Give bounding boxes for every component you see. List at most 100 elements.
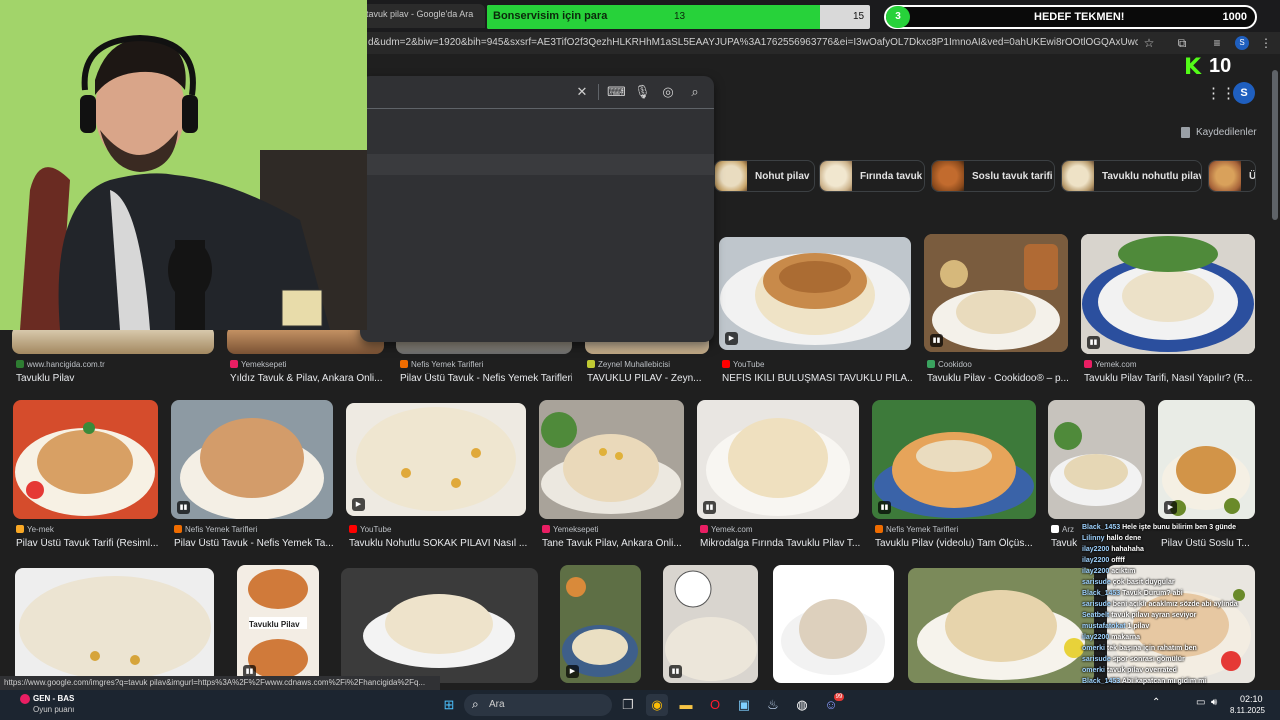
goal-total: 15 bbox=[853, 11, 865, 22]
result-image[interactable] bbox=[908, 568, 1094, 683]
recipe-icon: ▮▮ bbox=[878, 501, 891, 514]
saved-link[interactable]: Kaydedilenler bbox=[1196, 127, 1257, 138]
browser-tab[interactable]: tavuk pilav - Google'da Ara bbox=[360, 4, 485, 28]
result-image[interactable] bbox=[12, 326, 214, 354]
result-title[interactable]: Mikrodalga Fırında Tavuklu Pilav T... bbox=[700, 538, 860, 549]
chat-message: sarisude beni açıklı acaklmız sözde abi … bbox=[1082, 601, 1238, 608]
result-title[interactable]: Tavuklu Pilav (videolu) Tam Ölçüs... bbox=[875, 538, 1035, 549]
status-bar-url: https://www.google.com/imgres?q=tavuk pi… bbox=[0, 676, 440, 690]
result-source: Yemeksepeti bbox=[230, 360, 380, 369]
steam-icon[interactable]: ♨ bbox=[762, 694, 784, 716]
bookmark-star-icon[interactable]: ☆ bbox=[1141, 35, 1157, 51]
result-source: Nefis Yemek Tarifleri bbox=[400, 360, 570, 369]
row3-image-caption: Tavuklu Pilav bbox=[249, 620, 300, 629]
result-image[interactable]: ▮▮ bbox=[924, 234, 1068, 352]
result-image[interactable] bbox=[1048, 400, 1145, 519]
result-image[interactable]: ▶ bbox=[346, 403, 526, 516]
chip-thumbnail bbox=[820, 161, 852, 191]
search-icon: ⌕ bbox=[472, 697, 479, 711]
result-image[interactable]: Tavuklu Pilav ▮▮ bbox=[237, 565, 319, 683]
chip-label: Nohut pilav bbox=[755, 170, 810, 182]
account-avatar[interactable]: S bbox=[1233, 82, 1255, 104]
result-image[interactable] bbox=[539, 400, 684, 519]
result-source: Yemek.com bbox=[700, 525, 860, 534]
widget-title[interactable]: GEN - BAS bbox=[33, 694, 74, 703]
result-source: Nefis Yemek Tarifleri bbox=[875, 525, 1035, 534]
result-image[interactable]: ▮▮ bbox=[697, 400, 859, 519]
url-text[interactable]: d&udm=2&biw=1920&bih=945&sxsrf=AE3TifO2f… bbox=[368, 37, 1138, 48]
chat-message: omerki tek başına için rahatım ben bbox=[1082, 645, 1197, 652]
saved-icon[interactable] bbox=[1181, 127, 1190, 138]
chip-more[interactable]: Ü bbox=[1208, 160, 1256, 192]
result-title[interactable]: Tane Tavuk Pilav, Ankara Onli... bbox=[542, 538, 687, 549]
result-title[interactable]: Tavuklu Pilav bbox=[16, 373, 216, 384]
apps-grid-icon[interactable]: ⋮⋮ bbox=[1206, 84, 1236, 102]
result-title[interactable]: Pilav Üstü Tavuk - Nefis Yemek Tarifleri bbox=[400, 373, 572, 384]
result-image[interactable] bbox=[341, 568, 538, 683]
volume-icon[interactable]: 🔊︎ bbox=[1211, 697, 1217, 708]
clock-time[interactable]: 02:10 bbox=[1240, 694, 1263, 704]
result-image[interactable] bbox=[773, 565, 894, 683]
clock-date[interactable]: 8.11.2025 bbox=[1230, 706, 1265, 715]
result-image[interactable]: ▮▮ bbox=[1081, 234, 1255, 354]
chip-thumbnail bbox=[1209, 161, 1241, 191]
clear-search-icon[interactable]: ✕ bbox=[574, 84, 590, 100]
chip-nohut-pilav[interactable]: Nohut pilav bbox=[714, 160, 815, 192]
result-title[interactable]: Pilav Üstü Tavuk - Nefis Yemek Ta... bbox=[174, 538, 334, 549]
lens-camera-icon[interactable]: ◎ bbox=[660, 84, 676, 100]
microphone-icon[interactable]: 🎙 bbox=[634, 84, 651, 100]
task-view-icon[interactable]: ❐ bbox=[617, 694, 639, 716]
goal-label: Bonservisim için para bbox=[493, 10, 608, 22]
result-image[interactable] bbox=[13, 400, 158, 519]
result-source: Nefis Yemek Tarifleri bbox=[174, 525, 334, 534]
result-image[interactable]: ▮▮ bbox=[171, 400, 333, 519]
result-image[interactable]: ▶ bbox=[1158, 400, 1255, 519]
result-title[interactable]: TAVUKLU PİLAV - Zeyn... bbox=[587, 373, 712, 384]
media-icon[interactable]: ≡ bbox=[1209, 35, 1225, 51]
chip-tavuklu-nohutlu-pilav[interactable]: Tavuklu nohutlu pilav bbox=[1061, 160, 1202, 192]
chip-thumbnail bbox=[932, 161, 964, 191]
file-explorer-icon[interactable]: ▬ bbox=[675, 694, 697, 716]
result-title[interactable]: NEFİS İKİLİ BULUŞMASI TAVUKLU PİLA... bbox=[722, 373, 912, 384]
result-title[interactable]: Tavuklu Pilav Tarifi, Nasıl Yapılır? (R.… bbox=[1084, 373, 1254, 384]
taskbar-search[interactable]: ⌕ Ara bbox=[464, 694, 612, 716]
keyboard-icon[interactable]: ⌨ bbox=[607, 84, 626, 100]
result-image[interactable]: ▮▮ bbox=[663, 565, 758, 683]
chat-message: omerki tavuk pilav overrated bbox=[1082, 667, 1177, 674]
extensions-icon[interactable]: ⧉ bbox=[1174, 35, 1190, 51]
result-source: www.hancigida.com.tr bbox=[16, 360, 216, 369]
result-image[interactable]: ▶ bbox=[560, 565, 641, 683]
search-icon[interactable]: ⌕ bbox=[687, 84, 703, 100]
profile-avatar[interactable]: S bbox=[1235, 36, 1249, 50]
taskbar-search-placeholder: Ara bbox=[489, 699, 505, 710]
chrome-icon[interactable]: ◉ bbox=[646, 694, 668, 716]
target-count-badge: 3 bbox=[886, 6, 910, 28]
chip-soslu-tavuk-tarifi[interactable]: Soslu tavuk tarifi bbox=[931, 160, 1055, 192]
result-title[interactable]: Yıldız Tavuk & Pilav, Ankara Onli... bbox=[230, 373, 382, 384]
page-scrollbar[interactable] bbox=[1272, 70, 1278, 220]
stream-chat: Black_1453 Hele işte bunu bilirim ben 3 … bbox=[1082, 524, 1252, 685]
video-play-icon: ▶ bbox=[725, 332, 738, 345]
goal-current: 13 bbox=[674, 11, 686, 22]
result-title[interactable]: Tavuklu Pilav - Cookidoo® – p... bbox=[927, 373, 1072, 384]
suggestion-row-highlighted[interactable] bbox=[360, 154, 714, 175]
chat-message: ilay2200 acıktım bbox=[1082, 568, 1136, 575]
result-title[interactable]: Pilav Üstü Tavuk Tarifi (Resiml... bbox=[16, 538, 161, 549]
result-source: Arz bbox=[1051, 525, 1077, 534]
tray-chevron-icon[interactable]: ⌃ bbox=[1152, 697, 1160, 708]
recipe-icon: ▮▮ bbox=[703, 501, 716, 514]
result-image[interactable]: ▮▮ bbox=[872, 400, 1036, 519]
result-title[interactable]: Tavuklu Nohutlu SOKAK PİLAVI Nasıl ... bbox=[349, 538, 529, 549]
result-image[interactable] bbox=[15, 568, 214, 683]
chip-firinda-tavuk[interactable]: Fırında tavuk bbox=[819, 160, 925, 192]
windows-start-icon[interactable]: ⊞ bbox=[438, 694, 460, 716]
chat-message: Black_1453 Tavuk Durum? abi bbox=[1082, 590, 1183, 597]
chat-message: Seatbelt tavuk pilavı ayran seviyor bbox=[1082, 612, 1197, 619]
result-image[interactable]: ▶ bbox=[719, 237, 911, 350]
obs-icon[interactable]: ◍ bbox=[791, 694, 813, 716]
photos-icon[interactable]: ▣ bbox=[733, 694, 755, 716]
menu-kebab-icon[interactable]: ⋮ bbox=[1258, 35, 1274, 51]
widget-icon[interactable] bbox=[20, 694, 30, 704]
network-icon[interactable]: ▭ bbox=[1196, 697, 1205, 708]
opera-icon[interactable]: O bbox=[704, 694, 726, 716]
